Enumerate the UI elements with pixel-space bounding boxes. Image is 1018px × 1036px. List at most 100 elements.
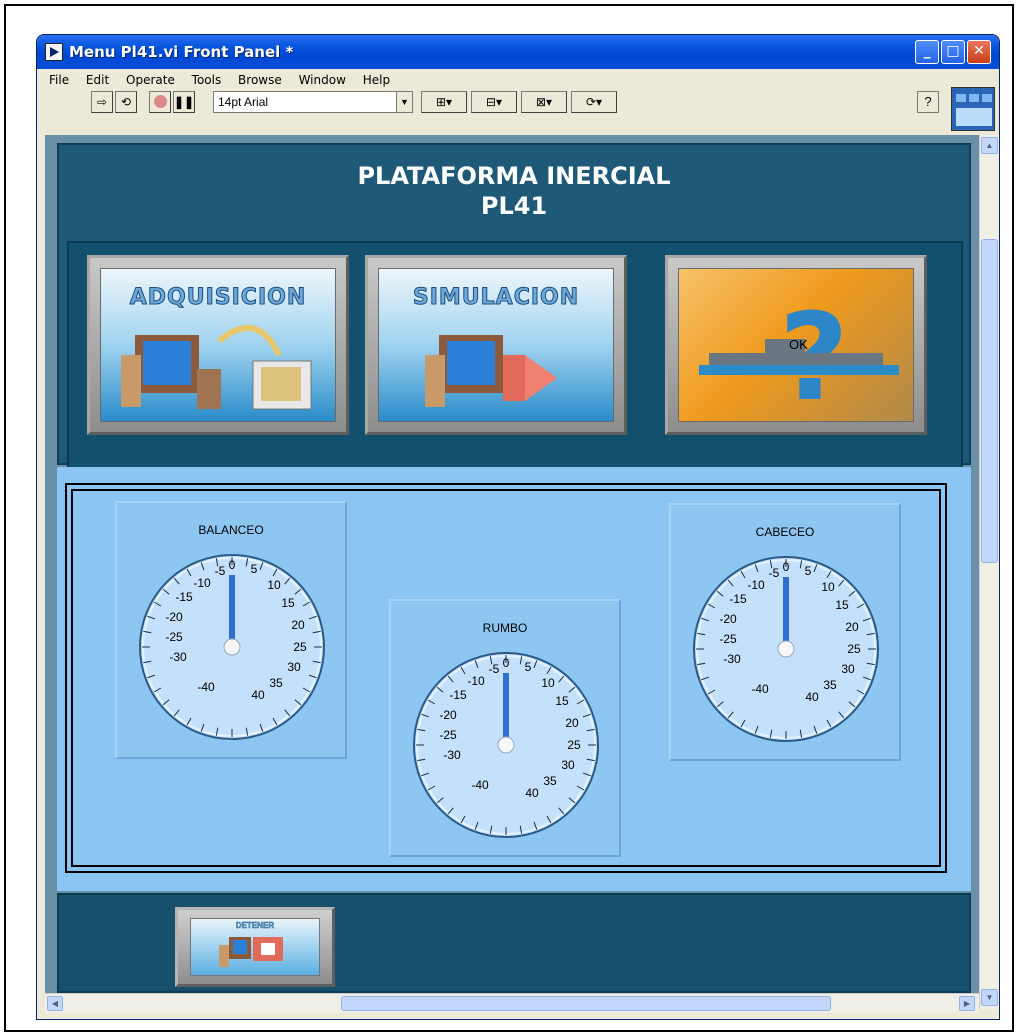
horizontal-scroll-thumb[interactable] [341,996,831,1011]
gauge-scale-label: 35 [269,676,283,690]
footer-panel: DETENER [57,893,971,993]
scroll-right-icon[interactable]: ▶ [959,996,975,1011]
detener-face: DETENER [190,918,320,976]
title-bar[interactable]: Menu Pl41.vi Front Panel * _ □ ✕ [37,35,999,69]
panel-title: PLATAFORMA INERCIAL PL41 [59,161,969,221]
pause-icon[interactable]: ❚❚ [173,91,195,113]
menu-browse[interactable]: Browse [230,70,287,87]
gauge-scale-label: 15 [835,598,849,612]
menu-tools[interactable]: Tools [184,70,227,87]
gauge-scale-label: 25 [847,642,861,656]
gauge-hub [777,640,795,658]
gauge-scale-label: 30 [287,660,301,674]
menu-help[interactable]: Help [355,70,395,87]
gauge-needle [229,575,235,647]
toolbar: ⇨ ⟲ ❚❚ 14pt Arial ▼ ⊞▾ ⊟▾ ⊠▾ ⟳▾ ? [37,91,977,117]
scroll-left-icon[interactable]: ◀ [47,996,63,1011]
menu-window[interactable]: Window [291,70,351,87]
gauge-scale-label: -40 [751,682,769,696]
gauges-frame: BALANCEO -5 -10 -15 -20 -25 -30 -40 0 5 10 15 20 25 3… [65,483,947,873]
gauge-scale-label: 10 [267,578,281,592]
run-continuous-icon[interactable]: ⟲ [115,91,137,113]
align-objects-icon[interactable]: ⊞▾ [421,91,467,113]
gauge-scale-label: -20 [439,708,457,722]
gauge-scale-label: 0 [783,560,790,574]
gauge-scale-label: -25 [439,728,457,742]
close-button[interactable]: ✕ [967,40,991,64]
gauge-scale-label: 40 [525,786,539,800]
menu-file[interactable]: File [37,70,74,87]
simulacion-button[interactable]: SIMULACION [365,255,627,435]
gauge-scale-label: -5 [215,564,226,578]
font-select[interactable]: 14pt Arial ▼ [213,91,413,113]
gauge-rumbo: RUMBO -5 -10 -15 -20 -25 -30 -40 0 5 10 15 20 25 30 35… [389,599,621,857]
scroll-down-icon[interactable]: ▼ [981,989,998,1006]
vertical-scroll-thumb[interactable] [981,239,998,563]
gauge-scale-label: 20 [291,618,305,632]
help-ok-label: OK [789,337,808,352]
balanceo-dial[interactable]: -5-10-15-20-25-30-400 510152025303540 [132,547,332,747]
help-button[interactable]: ? OK [665,255,927,435]
vi-icon[interactable] [951,87,995,131]
rumbo-dial[interactable]: -5-10-15-20-25-30-400 510152025303540 [406,645,606,845]
gauge-hub [223,638,241,656]
gauge-scale-label: -15 [449,688,467,702]
gauge-scale-label: 35 [543,774,557,788]
gauge-scale-label: -20 [165,610,183,624]
simulacion-label: SIMULACION [412,285,580,311]
chevron-down-icon[interactable]: ▼ [396,92,412,112]
gauge-balanceo-label: BALANCEO [198,523,264,537]
gauge-scale-label: 15 [555,694,569,708]
gauge-scale-label: -30 [443,748,461,762]
gauge-scale-label: -10 [193,576,211,590]
gauge-scale-label: 20 [845,620,859,634]
gauge-scale-label: 0 [503,656,510,670]
labview-window: Menu Pl41.vi Front Panel * _ □ ✕ File Ed… [36,34,1000,1020]
gauge-cabeceo-label: CABECEO [755,525,815,539]
gauge-scale-label: -25 [719,632,737,646]
gauge-scale-label: 10 [821,580,835,594]
distribute-objects-icon[interactable]: ⊟▾ [471,91,517,113]
gauge-scale-label: -5 [489,662,500,676]
resize-objects-icon[interactable]: ⊠▾ [521,91,567,113]
horizontal-scrollbar[interactable]: ◀ ▶ [45,993,979,1013]
gauge-scale-label: 30 [561,758,575,772]
maximize-button[interactable]: □ [941,40,965,64]
gauge-rumbo-label: RUMBO [482,621,528,635]
adquisicion-button[interactable]: ADQUISICION [87,255,349,435]
minimize-button[interactable]: _ [915,40,939,64]
detener-button[interactable]: DETENER [175,907,335,987]
gauge-scale-label: 25 [567,738,581,752]
context-help-icon[interactable]: ? [917,91,939,113]
menu-buttons-row: ADQUISICION SIMULACION OK [67,241,963,471]
gauge-scale-label: -30 [169,650,187,664]
adquisicion-face: ADQUISICION [100,268,336,422]
gauge-scale-label: 40 [251,688,265,702]
gauge-needle [503,673,509,745]
gauge-scale-label: -10 [467,674,485,688]
gauge-scale-label: 20 [565,716,579,730]
run-arrow-icon[interactable]: ⇨ [91,91,113,113]
scroll-up-icon[interactable]: ▲ [981,137,998,154]
help-face: ? OK [678,268,914,428]
simulacion-face: SIMULACION [378,268,614,422]
gauge-balanceo: BALANCEO -5 -10 -15 -20 -25 -30 -40 0 5 10 15 20 25 3… [115,501,347,759]
adquisicion-label: ADQUISICION [129,285,307,311]
gauge-hub [497,736,515,754]
vertical-scrollbar[interactable]: ▲ ▼ [979,135,999,1009]
gauge-scale-label: -20 [719,612,737,626]
font-select-value: 14pt Arial [218,95,269,109]
gauge-scale-label: -15 [175,590,193,604]
menu-edit[interactable]: Edit [78,70,114,87]
gauge-scale-label: 15 [281,596,295,610]
gauge-scale-label: 5 [805,564,812,578]
labview-app-icon [45,43,63,61]
window-title: Menu Pl41.vi Front Panel * [69,43,294,61]
reorder-icon[interactable]: ⟳▾ [571,91,617,113]
abort-icon[interactable] [149,91,171,113]
gauge-scale-label: 40 [805,690,819,704]
cabeceo-dial[interactable]: -5-10-15-20-25-30-400 510152025303540 [686,549,886,749]
menu-operate[interactable]: Operate [118,70,180,87]
gauge-scale-label: -5 [769,566,780,580]
gauge-needle [783,577,789,649]
